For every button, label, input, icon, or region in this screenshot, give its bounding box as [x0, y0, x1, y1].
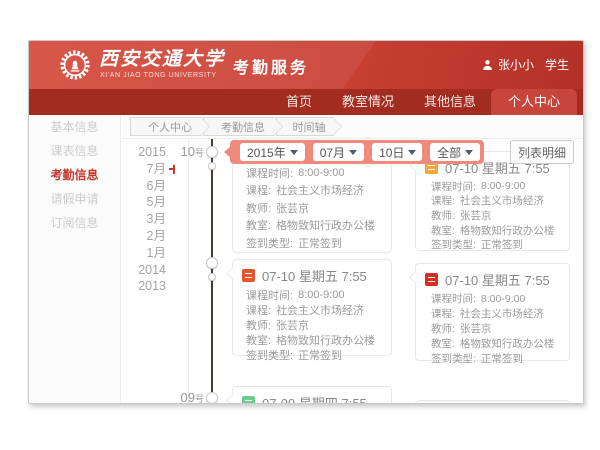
person-icon	[482, 59, 493, 71]
nav-tab-other-info[interactable]: 其他信息	[409, 89, 491, 115]
current-month-marker	[169, 165, 175, 174]
month-select[interactable]: 07月	[313, 143, 364, 161]
breadcrumb-label: 考勤信息	[204, 118, 282, 135]
timeline-node	[206, 392, 218, 403]
breadcrumb-label: 个人中心	[131, 118, 209, 135]
attendance-card[interactable]	[415, 400, 570, 403]
breadcrumb-item-attendance-info[interactable]: 考勤信息	[203, 117, 283, 136]
app-window: 西安交通大学 XI'AN JIAO TONG UNIVERSITY 考勤服务 张…	[28, 40, 584, 404]
day-marker-10: 10号	[156, 143, 204, 161]
university-logo-icon	[59, 49, 91, 81]
sidebar-item-subscription-info[interactable]: 订阅信息	[29, 211, 120, 235]
card-date: 07-10 星期五 7:55	[445, 270, 550, 289]
breadcrumb-label: 时间轴	[277, 118, 341, 135]
nav-tab-classrooms[interactable]: 教室情况	[327, 89, 409, 115]
sidebar-item-attendance-info[interactable]: 考勤信息	[29, 163, 120, 187]
app-header: 西安交通大学 XI'AN JIAO TONG UNIVERSITY 考勤服务 张…	[29, 41, 583, 89]
timeline-nav-may[interactable]: 5月	[122, 194, 168, 211]
timeline-node	[206, 257, 218, 269]
type-select-value: 全部	[437, 144, 461, 161]
status-icon	[425, 273, 438, 286]
attendance-card[interactable]: 07-10 星期五 7:55 课程时间:8:00-9:00 课程:社会主义市场经…	[232, 259, 392, 356]
timeline-node	[208, 162, 216, 170]
card-date: 07-09 星期四 7:55	[262, 393, 367, 403]
nav-tab-home[interactable]: 首页	[271, 89, 327, 115]
card-header: 07-10 星期五 7:55	[233, 260, 391, 287]
chevron-down-icon	[349, 150, 357, 155]
chevron-down-icon	[290, 150, 298, 155]
card-body: 课程时间:8:00-9:00 课程:社会主义市场经济 教师:张芸京 教室:格物致…	[416, 291, 569, 366]
sidebar: 基本信息 课表信息 考勤信息 请假申请 订阅信息	[29, 115, 121, 403]
timeline-node	[208, 273, 216, 281]
date-filter-bar: 2015年 07月 10日 全部	[230, 140, 484, 164]
user-name: 张小小	[498, 56, 534, 73]
chevron-down-icon	[408, 150, 416, 155]
card-header: 07-09 星期四 7:55	[233, 387, 391, 403]
main-nav: 首页 教室情况 其他信息 个人中心	[29, 89, 583, 115]
university-name-en: XI'AN JIAO TONG UNIVERSITY	[100, 72, 217, 79]
card-date: 07-10 星期五 7:55	[262, 266, 367, 285]
card-header: 07-10 星期五 7:55	[416, 264, 569, 291]
status-icon	[242, 396, 255, 403]
timeline-nav-june[interactable]: 6月	[122, 178, 168, 195]
timeline-nav-2014[interactable]: 2014	[122, 262, 168, 279]
timeline-node	[206, 146, 218, 158]
sidebar-item-basic-info[interactable]: 基本信息	[29, 115, 120, 139]
breadcrumb-item-personal-center[interactable]: 个人中心	[130, 117, 210, 136]
card-body: 课程时间:8:00-9:00 课程:社会主义市场经济 教师:张芸京 教室:格物致…	[416, 179, 569, 252]
attendance-card[interactable]: 07-10 星期五 7:55 课程时间:8:00-9:00 课程:社会主义市场经…	[415, 151, 570, 251]
timeline-panel: 2015 7月 6月 5月 3月 2月 1月 2014 2013 10号 09号…	[122, 139, 583, 403]
breadcrumb: 个人中心 考勤信息 时间轴	[122, 115, 583, 139]
type-select[interactable]: 全部	[430, 143, 480, 161]
status-icon	[242, 269, 255, 282]
timeline-nav-march[interactable]: 3月	[122, 211, 168, 228]
day-select[interactable]: 10日	[372, 143, 422, 161]
timeline-year-month-nav: 2015 7月 6月 5月 3月 2月 1月 2014 2013	[122, 144, 168, 295]
sidebar-item-timetable-info[interactable]: 课表信息	[29, 139, 120, 163]
timeline-axis	[211, 139, 213, 403]
attendance-card[interactable]: 07-09 星期四 7:55	[232, 386, 392, 403]
timeline-nav-february[interactable]: 2月	[122, 228, 168, 245]
day-select-value: 10日	[379, 144, 404, 161]
timeline-nav-2013[interactable]: 2013	[122, 278, 168, 295]
vertical-divider	[188, 139, 189, 403]
year-select-value: 2015年	[247, 144, 286, 161]
list-detail-button[interactable]: 列表明细	[510, 140, 574, 164]
university-name-cn: 西安交通大学	[99, 44, 225, 71]
attendance-card[interactable]: 07-10 星期五 7:55 课程时间:8:00-9:00 课程:社会主义市场经…	[415, 263, 570, 361]
timeline-nav-january[interactable]: 1月	[122, 245, 168, 262]
breadcrumb-item-timeline[interactable]: 时间轴	[276, 117, 342, 136]
month-select-value: 07月	[320, 144, 345, 161]
timeline-nav-label: 7月	[147, 162, 166, 176]
year-select[interactable]: 2015年	[240, 143, 305, 161]
user-role: 学生	[545, 56, 569, 73]
day-marker-09: 09号	[156, 389, 204, 403]
chevron-down-icon	[465, 150, 473, 155]
timeline-nav-july-active[interactable]: 7月	[122, 161, 168, 178]
nav-tab-personal-center[interactable]: 个人中心	[491, 89, 577, 115]
user-menu[interactable]: 张小小 学生	[482, 56, 569, 73]
app-title: 考勤服务	[233, 54, 309, 78]
card-body: 课程时间:8:00-9:00 课程:社会主义市场经济 教师:张芸京 教室:格物致…	[233, 287, 391, 363]
sidebar-item-leave-request[interactable]: 请假申请	[29, 187, 120, 211]
